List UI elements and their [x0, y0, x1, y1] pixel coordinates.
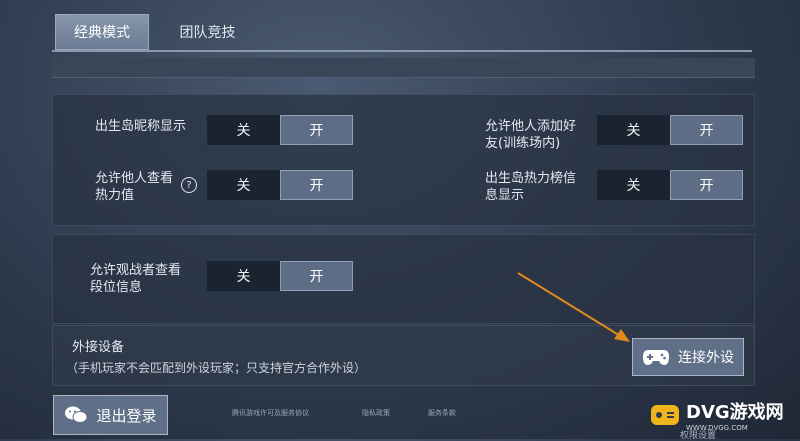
settings-panel-main	[52, 94, 755, 226]
site-watermark: DVG游戏网 WWW.DVGG.COM	[650, 390, 800, 439]
toggle-on-button[interactable]: 开	[280, 261, 353, 291]
arrow-annotation	[517, 272, 630, 342]
watermark-sub-text: WWW.DVGG.COM	[686, 423, 748, 432]
toggle-on-button[interactable]: 开	[280, 115, 353, 145]
birth-nickname-label: 出生岛昵称显示	[95, 119, 187, 134]
logout-button[interactable]: 退出登录	[53, 395, 168, 435]
birth-nickname-toggle: 关 开	[207, 115, 353, 145]
toggle-on-button[interactable]: 开	[280, 170, 353, 200]
watermark-text: DVG游戏网 WWW.DVGG.COM	[686, 398, 784, 432]
external-device-note: （手机玩家不会匹配到外设玩家；只支持官方合作外设）	[66, 361, 367, 375]
spectator-rank-toggle: 关 开	[207, 261, 353, 291]
spectator-rank-label: 允许观战者查看段位信息	[90, 263, 182, 295]
allow-friend-toggle: 关 开	[597, 115, 743, 145]
help-icon[interactable]: ?	[181, 177, 197, 193]
toggle-off-button[interactable]: 关	[207, 261, 280, 291]
scroll-top-strip	[52, 58, 755, 78]
tab-label: 经典模式	[74, 25, 130, 41]
toggle-off-button[interactable]: 关	[597, 170, 670, 200]
allow-friend-label: 允许他人添加好友(训练场内)	[485, 119, 577, 151]
gamepad-icon	[643, 350, 669, 365]
tab-classic-mode[interactable]: 经典模式	[55, 14, 149, 50]
watermark-main-text: DVG游戏网	[686, 401, 784, 423]
logout-label: 退出登录	[96, 406, 157, 425]
external-device-title: 外接设备	[72, 340, 125, 355]
allow-heat-label: 允许他人查看热力值	[95, 171, 174, 203]
allow-heat-toggle: 关 开	[207, 170, 353, 200]
tab-underline	[52, 50, 752, 52]
heat-rank-toggle: 关 开	[597, 170, 743, 200]
toggle-on-button[interactable]: 开	[670, 115, 743, 145]
toggle-off-button[interactable]: 关	[207, 170, 280, 200]
toggle-on-button[interactable]: 开	[670, 170, 743, 200]
connect-device-button[interactable]: 连接外设	[632, 338, 744, 376]
footer-link-license[interactable]: 腾讯游戏许可及服务协议	[232, 408, 309, 418]
arrow-head	[614, 329, 630, 342]
wechat-icon	[65, 406, 88, 423]
heat-rank-label: 出生岛热力榜信息显示	[485, 171, 577, 203]
footer-link-privacy[interactable]: 隐私政策	[362, 408, 390, 418]
tab-label: 团队竞技	[179, 25, 236, 41]
watermark-logo-icon	[651, 404, 679, 425]
toggle-off-button[interactable]: 关	[597, 115, 670, 145]
arrow-line	[517, 272, 623, 338]
footer-link-terms[interactable]: 服务条款	[428, 408, 456, 418]
toggle-off-button[interactable]: 关	[207, 115, 280, 145]
connect-device-label: 连接外设	[678, 350, 734, 366]
tab-team-deathmatch[interactable]: 团队竞技	[160, 14, 255, 50]
